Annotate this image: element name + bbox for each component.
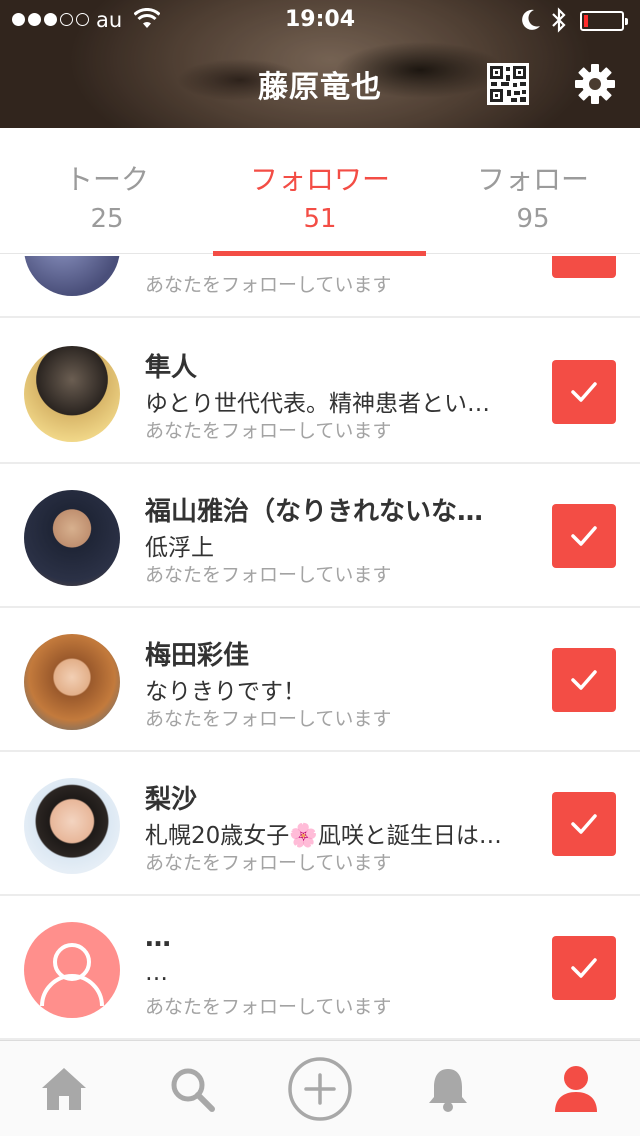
follow-status: あなたをフォローしています [145,996,392,1018]
following-check-button[interactable] [552,792,616,856]
qr-code-icon[interactable] [487,63,529,109]
bluetooth-icon [550,6,568,39]
tab-label: フォロー [476,163,589,196]
nav-notifications[interactable] [384,1041,512,1136]
status-time: 19:04 [284,7,356,32]
follower-bio: 札幌20歳女子🌸凪咲と誕生日は… [145,823,502,849]
follower-bio: ゆとり世代代表。精神患者とい… [145,391,490,417]
avatar[interactable] [24,256,120,296]
following-check-button[interactable] [552,256,616,278]
tab-label: フォロワー [249,163,390,196]
add-icon [288,1057,352,1121]
avatar[interactable] [24,346,120,442]
follower-bio: 低浮上 [145,535,214,561]
bell-icon [429,1069,467,1112]
tab-count: 25 [90,204,124,234]
list-item[interactable]: 梨沙 札幌20歳女子🌸凪咲と誕生日は… あなたをフォローしています [0,752,640,896]
list-item[interactable]: … … あなたをフォローしています [0,896,640,1040]
avatar[interactable] [24,634,120,730]
follower-name[interactable]: … [145,923,171,953]
avatar[interactable] [24,490,120,586]
follower-bio: … [145,960,168,986]
follow-status: あなたをフォローしています [145,708,392,730]
profile-tabs: トーク 25 フォロワー 51 フォロー 95 [0,128,640,254]
tab-label: トーク [64,163,149,196]
follow-status: あなたをフォローしています [145,852,392,874]
user-icon [555,1066,597,1112]
settings-gear-icon[interactable] [574,63,616,109]
avatar[interactable] [24,778,120,874]
follow-status: あなたをフォローしています [145,564,392,586]
follower-name[interactable]: 福山雅治（なりきれないな… [145,491,483,528]
follower-list[interactable]: あなたをフォローしています 隼人 ゆとり世代代表。精神患者とい… あなたをフォロ… [0,256,640,1040]
following-check-button[interactable] [552,936,616,1000]
tab-followers[interactable]: フォロワー 51 [213,128,427,254]
nav-home[interactable] [0,1041,128,1136]
battery-icon [580,11,628,31]
list-item[interactable]: 隼人 ゆとり世代代表。精神患者とい… あなたをフォローしています [0,320,640,464]
nav-search[interactable] [128,1041,256,1136]
following-check-button[interactable] [552,504,616,568]
follower-name[interactable]: 梅田彩佳 [145,635,249,672]
search-icon [171,1068,215,1112]
follower-name[interactable]: 隼人 [145,347,197,384]
battery-level [584,15,588,27]
tab-count: 51 [303,204,337,234]
list-item[interactable]: あなたをフォローしています [0,256,640,318]
following-check-button[interactable] [552,648,616,712]
tab-following[interactable]: フォロー 95 [426,128,640,254]
bottom-navigation [0,1040,640,1136]
do-not-disturb-icon [520,8,542,37]
follow-status: あなたをフォローしています [145,274,392,296]
home-icon [42,1068,86,1110]
nav-add[interactable] [256,1041,384,1136]
list-item[interactable]: 梅田彩佳 なりきりです！ あなたをフォローしています [0,608,640,752]
status-bar: au 19:04 [0,0,640,40]
tab-count: 95 [516,204,550,234]
default-avatar-icon[interactable] [24,922,120,1018]
following-check-button[interactable] [552,360,616,424]
nav-profile[interactable] [512,1041,640,1136]
profile-header: au 19:04 藤原竜也 [0,0,640,128]
follow-status: あなたをフォローしています [145,420,392,442]
follower-name[interactable]: 梨沙 [145,779,197,816]
page-title: 藤原竜也 [258,70,382,105]
tab-talk[interactable]: トーク 25 [0,128,214,254]
list-item[interactable]: 福山雅治（なりきれないな… 低浮上 あなたをフォローしています [0,464,640,608]
follower-bio: なりきりです！ [145,679,306,705]
